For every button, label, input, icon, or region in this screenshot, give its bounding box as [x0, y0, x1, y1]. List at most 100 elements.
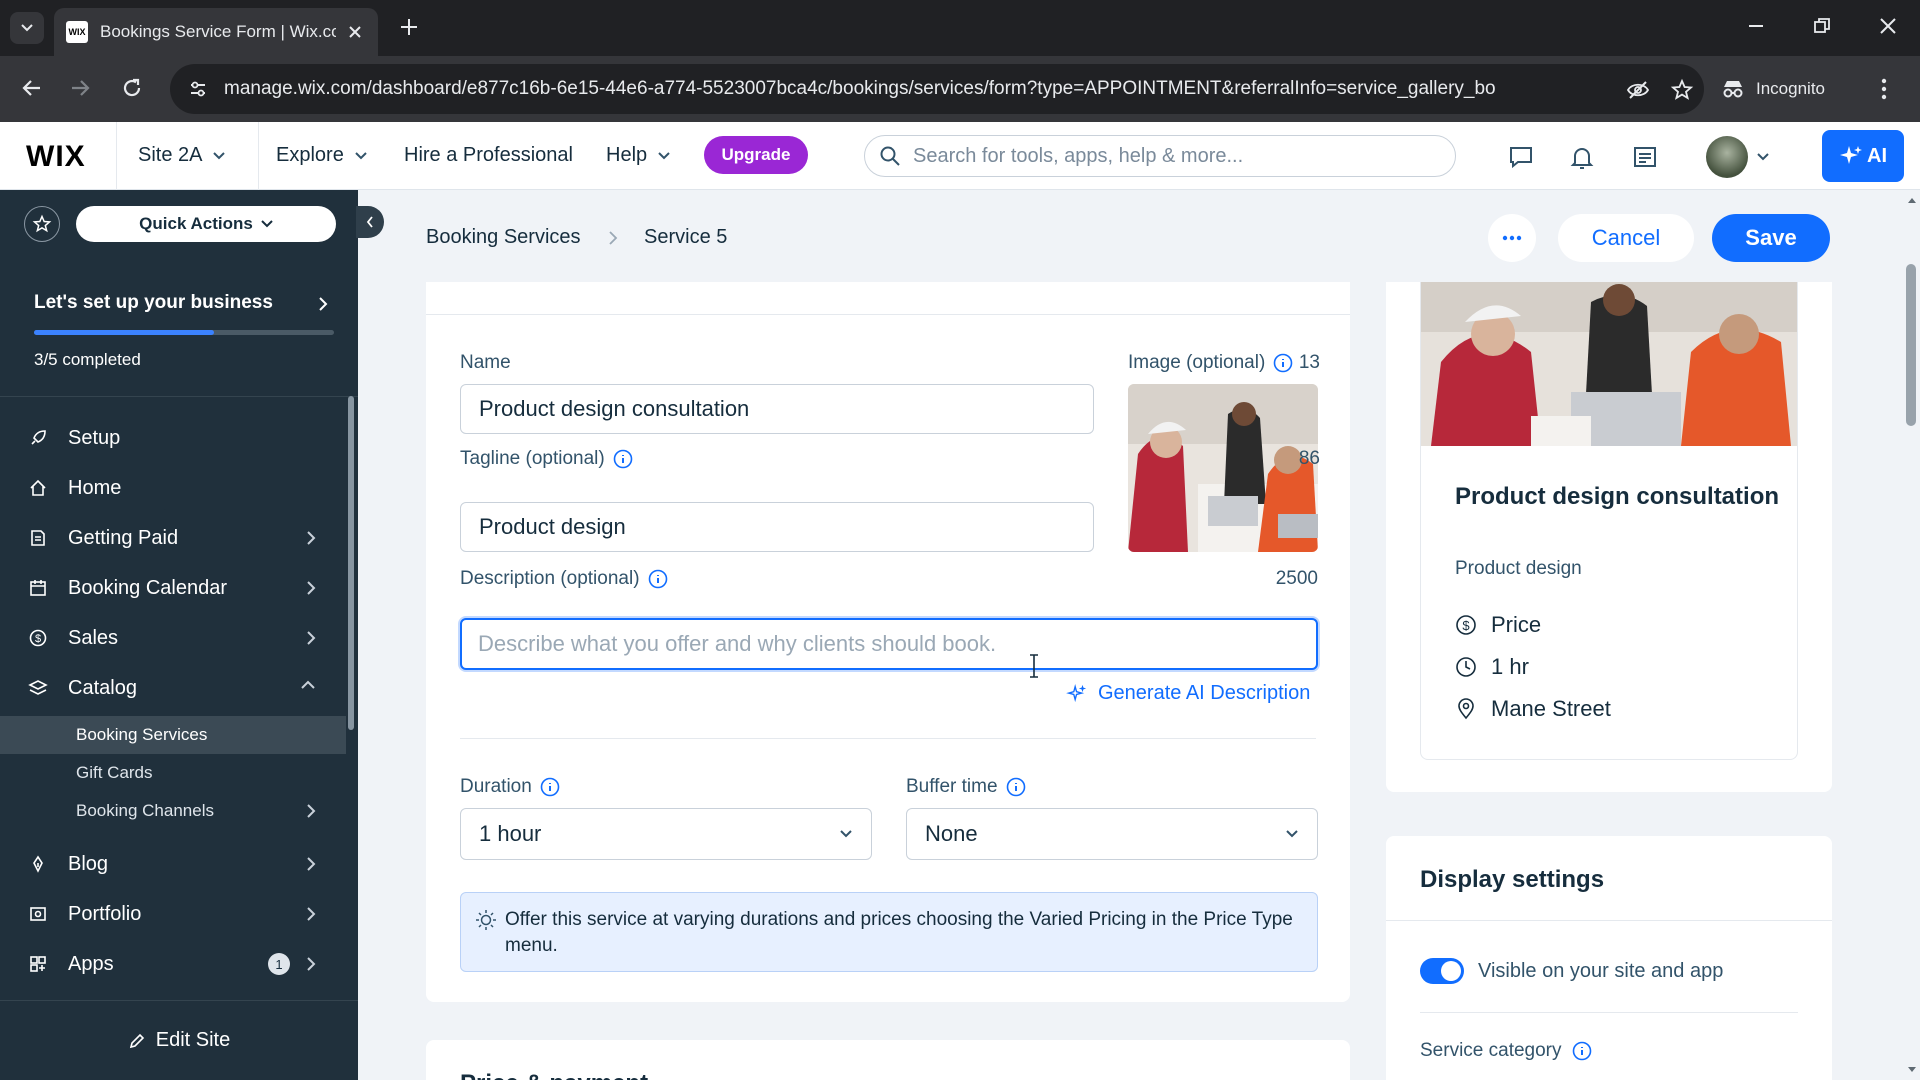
reload-icon[interactable]	[120, 76, 144, 100]
display-settings-title: Display settings	[1420, 866, 1605, 893]
description-input[interactable]	[460, 618, 1318, 670]
scroll-down-arrow-icon[interactable]	[1907, 1066, 1917, 1074]
site-selector[interactable]: Site 2A	[138, 144, 226, 167]
bookmark-star-icon[interactable]	[1670, 78, 1694, 102]
site-settings-icon[interactable]	[188, 79, 208, 99]
chevron-down-icon[interactable]	[1756, 152, 1770, 162]
image-label-text: Image (optional)	[1128, 352, 1266, 373]
new-tab-plus-icon[interactable]	[398, 16, 420, 38]
cancel-button[interactable]: Cancel	[1558, 214, 1694, 262]
hire-professional-link[interactable]: Hire a Professional	[404, 144, 573, 167]
chat-icon[interactable]	[1508, 145, 1534, 169]
breadcrumb-booking-services[interactable]: Booking Services	[426, 226, 581, 249]
chevron-down-icon	[658, 151, 670, 159]
sidebar-item-apps[interactable]: Apps 1	[0, 940, 346, 988]
topbar-divider	[258, 122, 259, 190]
buffer-time-select[interactable]: None	[906, 808, 1318, 860]
hire-label: Hire a Professional	[404, 144, 573, 166]
duration-select[interactable]: 1 hour	[460, 808, 872, 860]
setup-progress-bar	[34, 330, 334, 335]
wix-logo[interactable]: WIX	[26, 140, 86, 174]
user-avatar[interactable]	[1706, 136, 1748, 178]
search-input[interactable]	[913, 144, 1433, 168]
sidebar-subitem-label: Booking Channels	[76, 801, 214, 820]
buffer-value: None	[925, 821, 978, 846]
chevron-down-icon	[840, 830, 852, 838]
generate-ai-description-link[interactable]: Generate AI Description	[1066, 682, 1310, 705]
tab-list-button[interactable]	[10, 12, 44, 44]
info-icon[interactable]	[540, 777, 560, 797]
home-icon	[28, 479, 48, 497]
sidebar-item-sales[interactable]: $ Sales	[0, 614, 346, 662]
save-button[interactable]: Save	[1712, 214, 1830, 262]
edit-site-button[interactable]: Edit Site	[0, 1000, 358, 1080]
setup-business-title[interactable]: Let's set up your business	[34, 292, 273, 314]
minimize-icon[interactable]	[1746, 16, 1766, 36]
sidebar-item-getting-paid[interactable]: Getting Paid	[0, 514, 346, 562]
chevron-up-icon	[301, 680, 315, 689]
chevron-right-icon	[609, 231, 618, 245]
name-label-text: Name	[460, 352, 511, 373]
favorites-button[interactable]	[24, 206, 60, 242]
search-icon	[880, 146, 900, 166]
upgrade-button[interactable]: Upgrade	[704, 136, 808, 174]
search-field[interactable]	[864, 135, 1456, 177]
clock-icon	[1456, 657, 1476, 677]
tab-title: Bookings Service Form | Wix.com	[100, 22, 336, 41]
sidebar-subitem-gift-cards[interactable]: Gift Cards	[0, 754, 346, 792]
sidebar-item-label: Setup	[68, 426, 121, 449]
explore-menu[interactable]: Explore	[276, 144, 368, 167]
info-icon[interactable]	[1273, 353, 1293, 373]
info-icon[interactable]	[1572, 1041, 1592, 1061]
preview-duration-row: 1 hr	[1455, 654, 1529, 680]
sidebar-subitem-booking-channels[interactable]: Booking Channels	[0, 792, 346, 830]
info-icon[interactable]	[613, 449, 633, 469]
sidebar-item-catalog[interactable]: Catalog	[0, 664, 346, 712]
info-icon[interactable]	[648, 569, 668, 589]
chevron-left-icon	[366, 216, 373, 228]
tagline-input[interactable]	[460, 502, 1094, 552]
name-input[interactable]	[460, 384, 1094, 434]
sidebar-scrollbar[interactable]	[348, 396, 354, 730]
address-bar[interactable]: manage.wix.com/dashboard/e877c16b-6e15-4…	[170, 64, 1704, 114]
chevron-right-icon[interactable]	[318, 296, 328, 312]
incognito-indicator[interactable]: Incognito	[1720, 66, 1825, 112]
sidebar-item-home[interactable]: Home	[0, 464, 346, 512]
more-actions-button[interactable]	[1488, 214, 1536, 262]
eye-off-icon[interactable]	[1626, 78, 1650, 102]
sidebar-subitem-booking-services[interactable]: Booking Services	[0, 716, 346, 754]
image-label: Image (optional)	[1128, 352, 1293, 374]
sidebar-item-setup[interactable]: Setup	[0, 414, 346, 462]
scroll-up-arrow-icon[interactable]	[1907, 196, 1917, 204]
chevron-right-icon	[307, 804, 316, 818]
inbox-icon[interactable]	[1632, 145, 1658, 169]
window-close-icon[interactable]	[1878, 16, 1898, 36]
incognito-label: Incognito	[1756, 79, 1825, 98]
info-icon[interactable]	[1006, 777, 1026, 797]
ai-assistant-button[interactable]: AI	[1822, 130, 1904, 182]
back-arrow-icon[interactable]	[20, 76, 44, 100]
chevron-down-icon	[1286, 830, 1298, 838]
page-scrollbar-thumb[interactable]	[1906, 264, 1916, 426]
browser-menu-icon[interactable]	[1880, 78, 1888, 100]
forward-arrow-icon[interactable]	[68, 76, 92, 100]
card-divider	[1386, 920, 1832, 921]
price-section-title: Price & payment	[460, 1070, 648, 1080]
sidebar-item-portfolio[interactable]: Portfolio	[0, 890, 346, 938]
calendar-icon	[28, 579, 48, 597]
quick-actions-button[interactable]: Quick Actions	[76, 206, 336, 242]
restore-icon[interactable]	[1812, 16, 1832, 36]
help-menu[interactable]: Help	[606, 144, 671, 167]
sparkle-icon	[1066, 683, 1087, 702]
pencil-icon	[129, 1033, 144, 1048]
browser-tab-active[interactable]: WIX Bookings Service Form | Wix.com	[54, 8, 378, 56]
preview-price-label: Price	[1491, 612, 1542, 637]
bell-icon[interactable]	[1570, 145, 1594, 171]
star-icon	[32, 214, 52, 233]
sidebar-item-blog[interactable]: Blog	[0, 840, 346, 888]
visible-toggle[interactable]	[1420, 958, 1464, 984]
sidebar-item-booking-calendar[interactable]: Booking Calendar	[0, 564, 346, 612]
close-icon[interactable]	[348, 25, 362, 39]
lightbulb-icon	[476, 910, 496, 930]
duration-value: 1 hour	[479, 821, 542, 846]
